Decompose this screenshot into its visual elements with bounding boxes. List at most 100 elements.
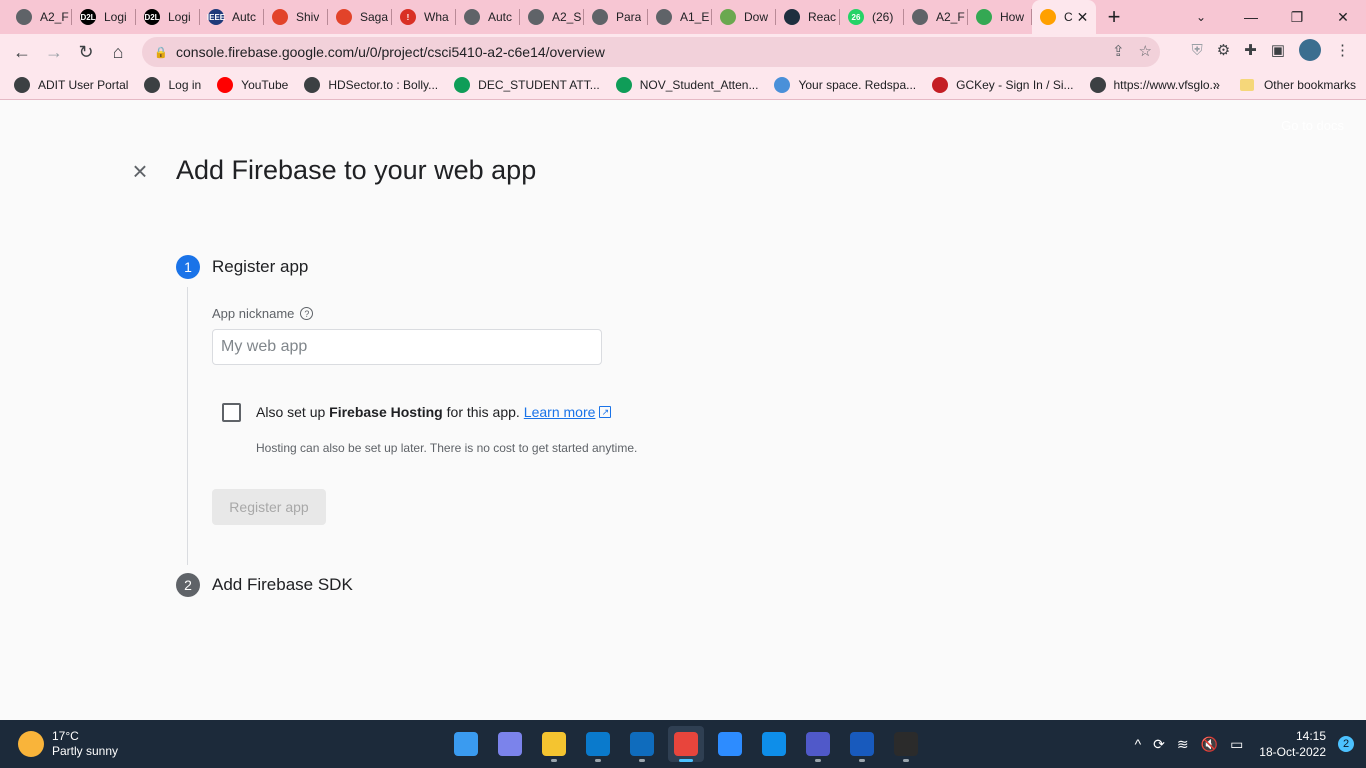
learn-more-link[interactable]: Learn more	[524, 404, 596, 420]
bookmark-item[interactable]: ADIT User Portal	[14, 76, 128, 93]
url-text[interactable]: console.firebase.google.com/u/0/project/…	[176, 44, 605, 60]
browser-tab[interactable]: Dow	[712, 0, 776, 34]
menu-icon[interactable]: ⋮	[1335, 41, 1350, 59]
forward-icon[interactable]: →	[38, 36, 70, 68]
taskbar-app-teams[interactable]	[800, 726, 836, 762]
tab-title: Autc	[488, 10, 513, 24]
browser-tab[interactable]: Shiv	[264, 0, 328, 34]
bookmark-item[interactable]: Your space. Redspa...	[774, 76, 916, 93]
minimize-button[interactable]: —	[1228, 0, 1274, 34]
bookmark-item[interactable]: HDSector.to : Bolly...	[304, 76, 439, 93]
hosting-hint: Hosting can also be set up later. There …	[256, 441, 638, 455]
taskbar-app-teamviewer[interactable]	[756, 726, 792, 762]
tab-title: Para	[616, 10, 642, 24]
browser-tab[interactable]: D2L Logi	[136, 0, 200, 34]
browser-tab[interactable]: C ✕	[1032, 0, 1096, 34]
reload-icon[interactable]: ↻	[70, 36, 102, 68]
firebase-hosting-checkbox[interactable]	[222, 403, 241, 422]
taskbar-app-file-explorer[interactable]	[536, 726, 572, 762]
browser-tab[interactable]: A2_F	[904, 0, 968, 34]
bookmark-favicon-icon	[932, 76, 949, 93]
register-app-button[interactable]: Register app	[212, 489, 326, 525]
window-close-button[interactable]: ✕	[1320, 0, 1366, 34]
notification-badge[interactable]: 2	[1338, 736, 1354, 752]
profile-avatar[interactable]	[1299, 39, 1321, 61]
browser-tab[interactable]: Para	[584, 0, 648, 34]
browser-tab[interactable]: How	[968, 0, 1032, 34]
other-bookmarks-folder[interactable]: Other bookmarks	[1239, 78, 1356, 92]
tab-favicon-icon	[656, 9, 672, 25]
taskbar-app-chrome[interactable]	[668, 726, 704, 762]
taskbar-app-terminal[interactable]	[888, 726, 924, 762]
step-2-badge: 2	[176, 573, 200, 597]
browser-tab[interactable]: ! Wha	[392, 0, 456, 34]
battery-icon[interactable]: ▭	[1230, 736, 1243, 753]
browser-tab[interactable]: D2L Logi	[72, 0, 136, 34]
browser-tab[interactable]: Saga	[328, 0, 392, 34]
app-nickname-input[interactable]	[212, 329, 602, 365]
app-nickname-label: App nickname ?	[212, 306, 314, 321]
chevron-up-icon[interactable]: ^	[1135, 736, 1142, 752]
tab-close-icon[interactable]: ✕	[1077, 9, 1089, 26]
bookmark-favicon-icon	[454, 76, 471, 93]
restore-button[interactable]: ❐	[1274, 0, 1320, 34]
start-icon	[454, 732, 478, 756]
external-link-icon[interactable]: ↗	[599, 406, 612, 418]
bookmark-item[interactable]: YouTube	[217, 76, 288, 93]
browser-tab[interactable]: 26 (26)	[840, 0, 904, 34]
taskbar-app-word[interactable]	[844, 726, 880, 762]
bookmark-item[interactable]: Log in	[144, 76, 201, 93]
browser-tab[interactable]: A2_S	[520, 0, 584, 34]
bookmark-label: DEC_STUDENT ATT...	[478, 77, 600, 92]
browser-tab[interactable]: Reac	[776, 0, 840, 34]
taskbar-app-start[interactable]	[448, 726, 484, 762]
tab-favicon-icon	[592, 9, 608, 25]
tab-title: Wha	[424, 10, 449, 24]
bookmark-star-icon[interactable]: ☆	[1139, 42, 1152, 60]
taskbar-app-teams-chat[interactable]	[492, 726, 528, 762]
browser-tab[interactable]: A1_E	[648, 0, 712, 34]
address-bar[interactable]: 🔒 console.firebase.google.com/u/0/projec…	[142, 37, 1160, 67]
more-bookmarks-button[interactable]: »	[1213, 77, 1220, 92]
bookmark-label: HDSector.to : Bolly...	[328, 77, 439, 92]
browser-tab[interactable]: A2_F	[8, 0, 72, 34]
windows-taskbar: 17°C Partly sunny ^ ⟳ ≋ 🔇 ▭ 14:15 18-Oct…	[0, 720, 1366, 768]
browser-tab[interactable]: IEEE Autc	[200, 0, 264, 34]
taskbar-app-vscode[interactable]	[580, 726, 616, 762]
extension-icon[interactable]: ⚙	[1217, 41, 1230, 59]
puzzle-icon[interactable]: ✚	[1244, 41, 1257, 59]
running-indicator	[595, 759, 601, 762]
shield-extension-icon[interactable]: ⛨	[1192, 42, 1203, 59]
tab-search-icon[interactable]: ⌄	[1186, 0, 1216, 34]
bookmark-item[interactable]: https://www.vfsglo...	[1089, 76, 1220, 93]
weather-widget[interactable]: 17°C Partly sunny	[18, 729, 118, 759]
taskbar-app-zoom[interactable]	[712, 726, 748, 762]
tab-title: A2_F	[936, 10, 965, 24]
share-icon[interactable]: ⇪	[1112, 42, 1125, 60]
tab-favicon-icon	[1040, 9, 1056, 25]
tab-favicon-icon	[16, 9, 32, 25]
volume-muted-icon[interactable]: 🔇	[1201, 736, 1218, 753]
tab-favicon-icon	[784, 9, 800, 25]
teams-icon	[806, 732, 830, 756]
clock[interactable]: 14:15 18-Oct-2022	[1259, 728, 1326, 760]
system-tray: ^ ⟳ ≋ 🔇 ▭ 14:15 18-Oct-2022 2	[1135, 720, 1354, 768]
bookmark-item[interactable]: NOV_Student_Atten...	[615, 76, 758, 93]
tab-title: C	[1064, 10, 1073, 24]
new-tab-button[interactable]: +	[1096, 0, 1132, 34]
browser-tab[interactable]: Autc	[456, 0, 520, 34]
sync-icon[interactable]: ⟳	[1153, 736, 1165, 753]
running-indicator	[551, 759, 557, 762]
bookmark-item[interactable]: GCKey - Sign In / Si...	[932, 76, 1074, 93]
bookmark-item[interactable]: DEC_STUDENT ATT...	[454, 76, 600, 93]
wifi-icon[interactable]: ≋	[1177, 736, 1189, 753]
tab-favicon-icon: 26	[848, 9, 864, 25]
home-icon[interactable]: ⌂	[102, 36, 134, 68]
close-icon[interactable]: ×	[128, 158, 152, 184]
go-to-docs-link[interactable]: Go to docs	[1281, 118, 1344, 133]
back-icon[interactable]: ←	[6, 36, 38, 68]
taskbar-app-outlook[interactable]	[624, 726, 660, 762]
time: 14:15	[1295, 729, 1326, 743]
side-panel-icon[interactable]: ▣	[1271, 41, 1285, 59]
help-icon[interactable]: ?	[300, 307, 314, 320]
